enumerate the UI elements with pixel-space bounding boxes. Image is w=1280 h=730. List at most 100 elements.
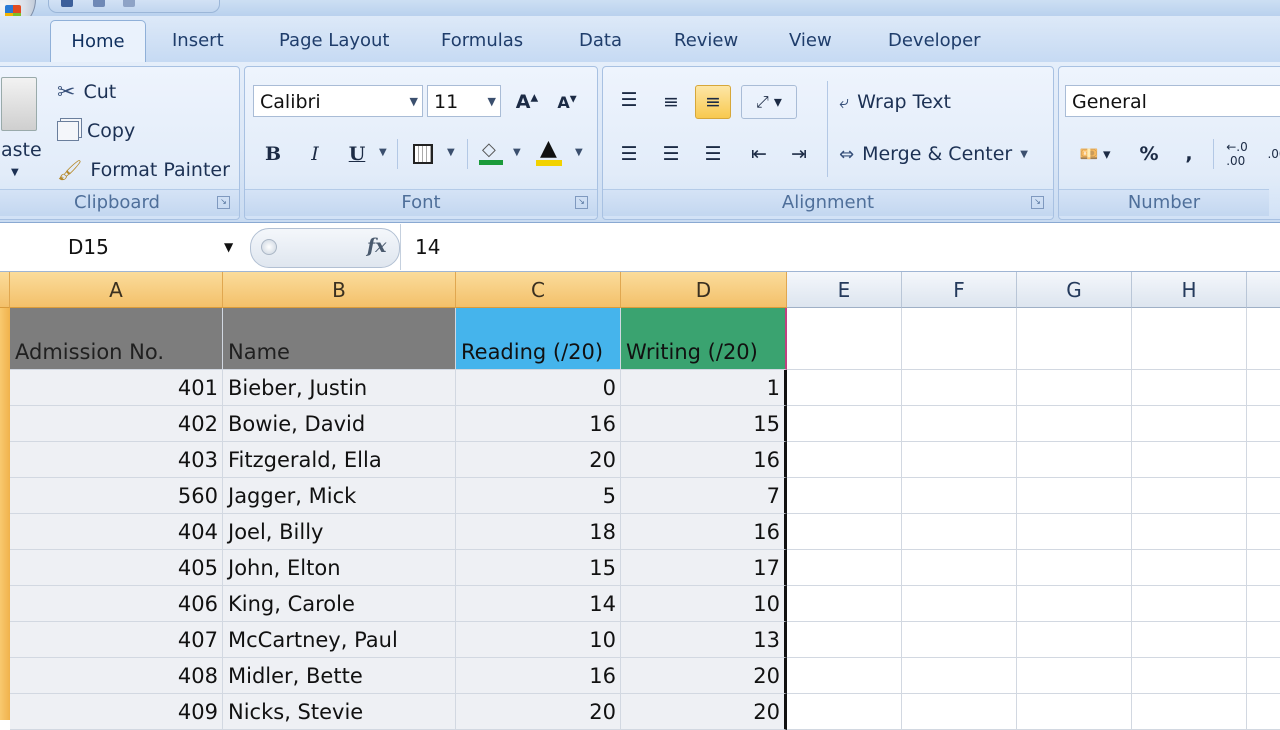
empty-cell[interactable] xyxy=(902,550,1017,586)
writing-score-cell[interactable]: 15 xyxy=(621,406,787,442)
reading-score-cell[interactable]: 5 xyxy=(456,478,621,514)
writing-score-cell[interactable]: 20 xyxy=(621,694,787,730)
column-header-c[interactable]: C xyxy=(456,272,621,308)
empty-cell[interactable] xyxy=(1247,406,1280,442)
empty-cell[interactable] xyxy=(1247,622,1280,658)
empty-cell[interactable] xyxy=(902,406,1017,442)
empty-cell[interactable] xyxy=(902,622,1017,658)
empty-cell[interactable] xyxy=(1132,478,1247,514)
empty-cell[interactable] xyxy=(1132,514,1247,550)
align-bottom-button[interactable]: ≡ xyxy=(695,85,731,119)
table-header-admission[interactable]: Admission No. xyxy=(10,308,223,370)
empty-cell[interactable] xyxy=(902,694,1017,730)
empty-cell[interactable] xyxy=(902,514,1017,550)
font-dialog-launcher-icon[interactable]: ↘ xyxy=(575,196,588,209)
name-cell[interactable]: Nicks, Stevie xyxy=(223,694,456,730)
reading-score-cell[interactable]: 10 xyxy=(456,622,621,658)
empty-cell[interactable] xyxy=(787,442,902,478)
reading-score-cell[interactable]: 20 xyxy=(456,442,621,478)
tab-page-layout[interactable]: Page Layout xyxy=(279,20,390,62)
empty-cell[interactable] xyxy=(1247,694,1280,730)
empty-cell[interactable] xyxy=(1017,478,1132,514)
writing-score-cell[interactable]: 1 xyxy=(621,370,787,406)
name-box[interactable]: D15 ▼ xyxy=(0,226,245,268)
empty-cell[interactable] xyxy=(787,694,902,730)
reading-score-cell[interactable]: 20 xyxy=(456,694,621,730)
empty-cell[interactable] xyxy=(1017,308,1132,370)
shrink-font-button[interactable]: A▼ xyxy=(549,85,585,119)
percent-style-button[interactable]: % xyxy=(1131,137,1167,171)
empty-cell[interactable] xyxy=(1247,308,1280,370)
admission-no-cell[interactable]: 406 xyxy=(10,586,223,622)
empty-cell[interactable] xyxy=(787,586,902,622)
fill-color-button[interactable]: ◇ xyxy=(473,135,509,169)
writing-score-cell[interactable]: 10 xyxy=(621,586,787,622)
empty-cell[interactable] xyxy=(1132,308,1247,370)
merge-center-button[interactable]: ⇔ Merge & Center ▼ xyxy=(839,139,1028,169)
empty-cell[interactable] xyxy=(1017,658,1132,694)
empty-cell[interactable] xyxy=(1132,550,1247,586)
empty-cell[interactable] xyxy=(787,658,902,694)
wrap-text-button[interactable]: ⤶ Wrap Text xyxy=(839,87,951,117)
font-color-button[interactable]: ▲ xyxy=(531,135,567,169)
font-name-select[interactable]: Calibri ▼ xyxy=(253,85,423,117)
chevron-down-icon[interactable]: ▼ xyxy=(224,226,233,268)
align-top-button[interactable]: ☰ xyxy=(611,83,647,117)
empty-cell[interactable] xyxy=(787,370,902,406)
empty-cell[interactable] xyxy=(1132,406,1247,442)
writing-score-cell[interactable]: 13 xyxy=(621,622,787,658)
empty-cell[interactable] xyxy=(902,478,1017,514)
empty-cell[interactable] xyxy=(1017,370,1132,406)
table-header-reading[interactable]: Reading (/20) xyxy=(456,308,621,370)
number-format-select[interactable]: General xyxy=(1065,85,1280,117)
name-cell[interactable]: Jagger, Mick xyxy=(223,478,456,514)
empty-cell[interactable] xyxy=(1247,442,1280,478)
cut-button[interactable]: ✂ Cut xyxy=(57,75,116,109)
reading-score-cell[interactable]: 0 xyxy=(456,370,621,406)
empty-cell[interactable] xyxy=(1132,586,1247,622)
row-headers[interactable] xyxy=(0,308,10,720)
align-right-button[interactable]: ☰ xyxy=(695,137,731,171)
empty-cell[interactable] xyxy=(1017,586,1132,622)
empty-cell[interactable] xyxy=(902,442,1017,478)
name-cell[interactable]: Fitzgerald, Ella xyxy=(223,442,456,478)
name-cell[interactable]: King, Carole xyxy=(223,586,456,622)
insert-function-button[interactable]: fx xyxy=(367,235,387,257)
admission-no-cell[interactable]: 404 xyxy=(10,514,223,550)
empty-cell[interactable] xyxy=(1017,514,1132,550)
undo-icon[interactable] xyxy=(93,0,105,7)
empty-cell[interactable] xyxy=(1017,622,1132,658)
admission-no-cell[interactable]: 408 xyxy=(10,658,223,694)
empty-cell[interactable] xyxy=(1017,550,1132,586)
empty-cell[interactable] xyxy=(1247,478,1280,514)
table-header-name[interactable]: Name xyxy=(223,308,456,370)
reading-score-cell[interactable]: 18 xyxy=(456,514,621,550)
paste-button[interactable]: aste ▼ xyxy=(1,75,45,185)
name-cell[interactable]: Joel, Billy xyxy=(223,514,456,550)
reading-score-cell[interactable]: 16 xyxy=(456,406,621,442)
empty-cell[interactable] xyxy=(787,478,902,514)
name-cell[interactable]: McCartney, Paul xyxy=(223,622,456,658)
borders-dropdown-icon[interactable]: ▼ xyxy=(447,147,455,158)
format-painter-button[interactable]: 🖌 Format Painter xyxy=(57,153,230,187)
column-header-h[interactable]: H xyxy=(1132,272,1247,308)
empty-cell[interactable] xyxy=(1247,370,1280,406)
accounting-format-button[interactable]: 💴 ▾ xyxy=(1067,137,1123,171)
empty-cell[interactable] xyxy=(1247,550,1280,586)
formula-input[interactable]: 14 xyxy=(400,224,1280,270)
borders-button[interactable] xyxy=(405,137,441,171)
admission-no-cell[interactable]: 407 xyxy=(10,622,223,658)
admission-no-cell[interactable]: 405 xyxy=(10,550,223,586)
empty-cell[interactable] xyxy=(902,586,1017,622)
empty-cell[interactable] xyxy=(1017,442,1132,478)
writing-score-cell[interactable]: 17 xyxy=(621,550,787,586)
empty-cell[interactable] xyxy=(787,406,902,442)
name-cell[interactable]: John, Elton xyxy=(223,550,456,586)
decrease-decimal-button[interactable]: .00 xyxy=(1259,137,1280,171)
save-icon[interactable] xyxy=(61,0,73,7)
empty-cell[interactable] xyxy=(1017,406,1132,442)
column-header-e[interactable]: E xyxy=(787,272,902,308)
tab-insert[interactable]: Insert xyxy=(172,20,224,62)
admission-no-cell[interactable]: 403 xyxy=(10,442,223,478)
clipboard-dialog-launcher-icon[interactable]: ↘ xyxy=(217,196,230,209)
